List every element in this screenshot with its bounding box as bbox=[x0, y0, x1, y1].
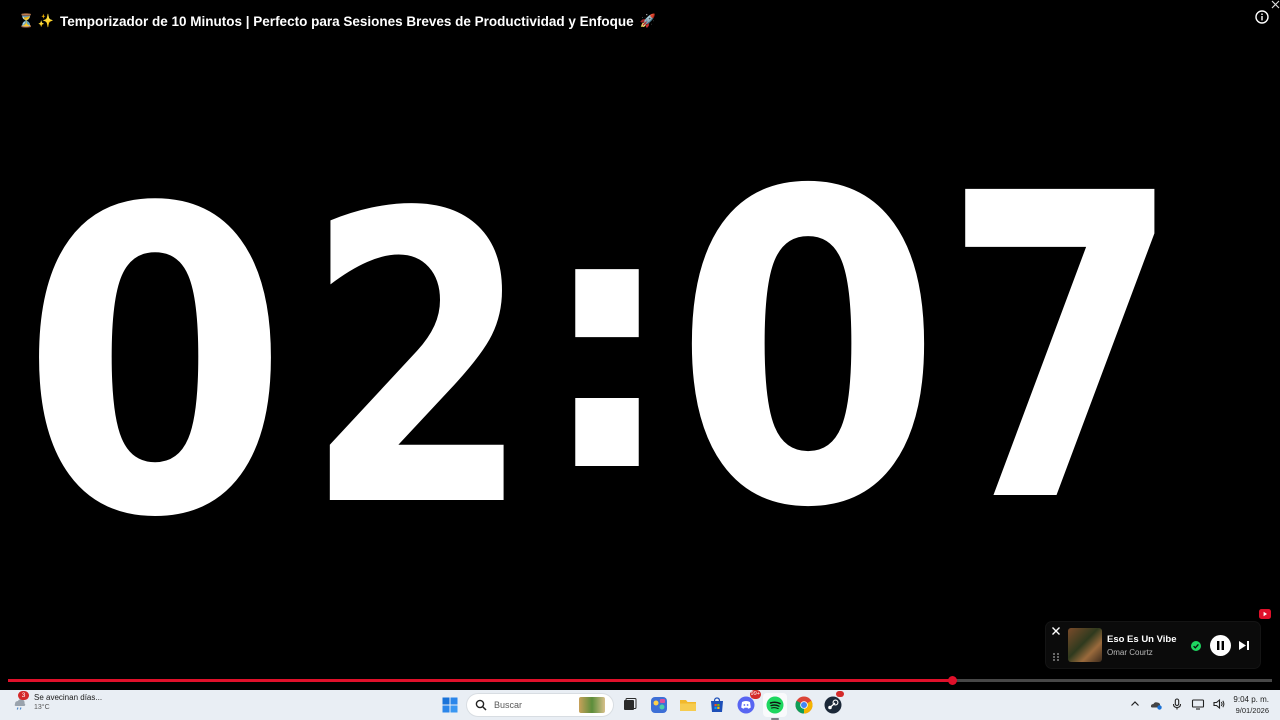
video-progress-bar[interactable] bbox=[8, 676, 1272, 685]
track-artist[interactable]: Omar Courtz bbox=[1107, 648, 1153, 657]
microsoft-store-icon bbox=[711, 697, 723, 712]
task-view-icon bbox=[624, 698, 637, 710]
taskbar-search[interactable]: Buscar bbox=[467, 694, 613, 716]
search-highlight-image[interactable] bbox=[579, 697, 605, 713]
progress-fill bbox=[8, 679, 953, 682]
copilot-icon bbox=[651, 697, 667, 713]
corner-close-icon[interactable] bbox=[1271, 0, 1280, 9]
discord-button[interactable]: 99+ bbox=[734, 690, 761, 717]
progress-scrubber[interactable] bbox=[948, 676, 958, 685]
track-title[interactable]: Eso Es Un Vibe bbox=[1107, 634, 1177, 645]
search-label: Buscar bbox=[494, 700, 523, 710]
discord-notification-badge: 99+ bbox=[749, 690, 761, 699]
drag-handle-icon[interactable] bbox=[1052, 652, 1060, 662]
speaker-icon[interactable] bbox=[1212, 697, 1226, 711]
copilot-button[interactable] bbox=[647, 693, 671, 717]
close-icon[interactable] bbox=[1050, 625, 1062, 637]
windows-taskbar: 3 Se avecinan días... 13°C Buscar 99+ 9:… bbox=[0, 690, 1280, 720]
task-view-button[interactable] bbox=[618, 693, 642, 717]
youtube-icon[interactable] bbox=[1259, 609, 1271, 619]
spotify-icon bbox=[766, 696, 784, 714]
steam-notification-dot bbox=[836, 691, 844, 697]
video-player[interactable]: ⏳ ✨ Temporizador de 10 Minutos | Perfect… bbox=[0, 0, 1280, 690]
spotify-button[interactable] bbox=[763, 693, 787, 720]
clock-date: 9/01/2026 bbox=[1235, 706, 1269, 715]
countdown-display: 0 2 : 0 7 bbox=[21, 102, 1182, 610]
windows-start-icon bbox=[442, 697, 458, 713]
album-art[interactable] bbox=[1068, 628, 1102, 662]
timer-digit-seconds-ones: 7 bbox=[942, 106, 1182, 595]
onedrive-icon[interactable] bbox=[1149, 697, 1163, 711]
spotify-mini-player[interactable]: Eso Es Un Vibe Omar Courtz bbox=[1046, 622, 1260, 668]
info-icon[interactable] bbox=[1255, 10, 1269, 24]
microsoft-store-button[interactable] bbox=[705, 693, 729, 717]
steam-button[interactable] bbox=[821, 691, 845, 717]
timer-digit-minutes-ones: 2 bbox=[304, 129, 532, 595]
timer-colon: : bbox=[535, 132, 679, 551]
display-icon[interactable] bbox=[1191, 697, 1205, 711]
search-icon bbox=[475, 699, 487, 711]
video-title-bar[interactable]: ⏳ ✨ Temporizador de 10 Minutos | Perfect… bbox=[18, 13, 656, 29]
taskbar-clock[interactable]: 9:04 p. m. 9/01/2026 bbox=[1233, 694, 1269, 716]
weather-temperature: 13°C bbox=[34, 704, 50, 711]
timer-digit-minutes-tens: 0 bbox=[21, 121, 290, 610]
taskbar-apps: Buscar 99+ bbox=[438, 690, 850, 720]
windows-start-button[interactable] bbox=[438, 693, 462, 717]
liked-check-icon[interactable] bbox=[1191, 641, 1201, 651]
weather-icon: 3 bbox=[12, 691, 29, 711]
chevron-up-icon[interactable] bbox=[1128, 697, 1142, 711]
title-emoji-left: ⏳ ✨ bbox=[18, 13, 54, 28]
video-title[interactable]: Temporizador de 10 Minutos | Perfecto pa… bbox=[60, 14, 634, 29]
chrome-icon bbox=[795, 696, 813, 714]
pause-icon[interactable] bbox=[1210, 635, 1231, 656]
steam-icon bbox=[824, 696, 842, 714]
file-explorer-button[interactable] bbox=[676, 693, 700, 717]
chrome-button[interactable] bbox=[792, 693, 816, 717]
timer-digit-seconds-tens: 0 bbox=[673, 102, 942, 602]
notification-badge: 3 bbox=[18, 691, 29, 700]
clock-time: 9:04 p. m. bbox=[1233, 695, 1269, 704]
skip-next-icon[interactable] bbox=[1238, 640, 1250, 651]
microphone-icon[interactable] bbox=[1170, 697, 1184, 711]
file-explorer-icon bbox=[680, 700, 696, 711]
system-tray bbox=[1128, 697, 1226, 711]
title-emoji-right: 🚀 bbox=[639, 13, 656, 28]
weather-title: Se avecinan días... bbox=[34, 693, 103, 702]
weather-widget[interactable]: 3 Se avecinan días... 13°C bbox=[12, 691, 103, 713]
